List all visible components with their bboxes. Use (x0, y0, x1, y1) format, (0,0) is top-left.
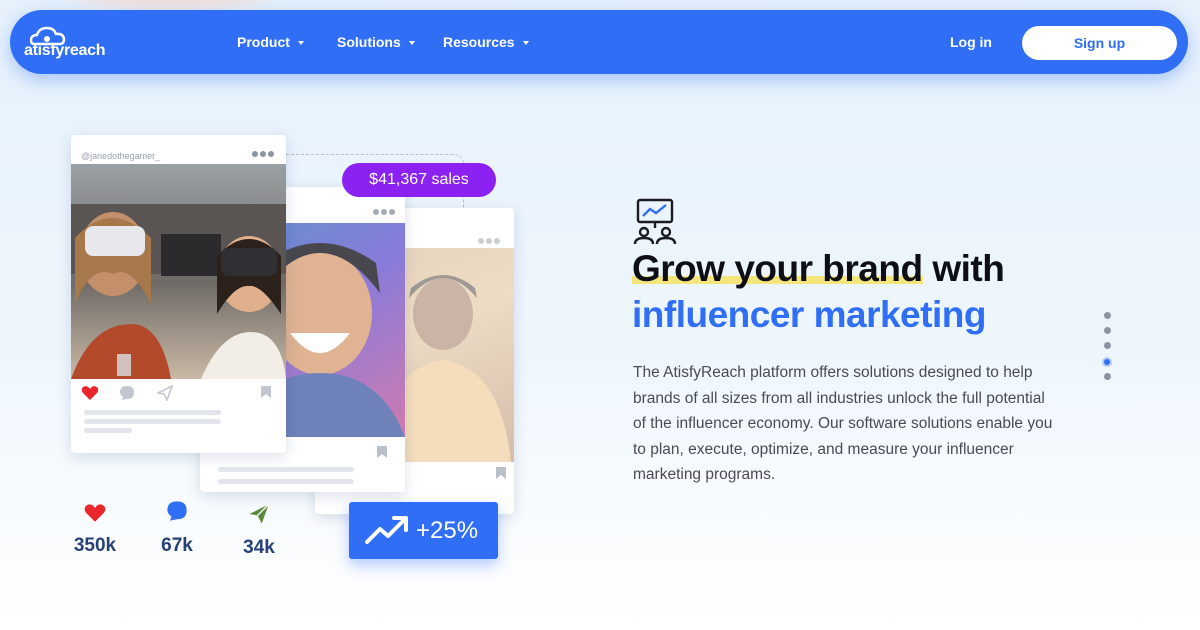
hero-headline: Grow your brand with (632, 248, 1005, 290)
comment-icon[interactable] (119, 385, 135, 401)
post-handle: @janedothegamer_ (81, 151, 161, 161)
send-icon (249, 503, 270, 524)
hero-description: The AtisfyReach platform offers solution… (633, 364, 1053, 483)
logo[interactable]: atisfyreach (24, 24, 124, 64)
nav-resources-label: Resources (443, 34, 515, 50)
pager-dot[interactable] (1103, 373, 1111, 380)
chevron-down-icon (297, 41, 304, 45)
bookmark-icon (377, 446, 387, 458)
comment-icon (167, 501, 187, 521)
sales-badge: $41,367 sales (342, 163, 496, 197)
bookmark-icon (496, 467, 506, 479)
slide-pager (1102, 312, 1112, 388)
pager-dot[interactable] (1103, 342, 1111, 349)
stat-likes: 350k (60, 503, 130, 557)
logo-text: atisfyreach (24, 42, 106, 59)
heart-icon (84, 504, 106, 522)
nav-solutions-label: Solutions (337, 34, 401, 50)
navbar: atisfyreach Product Solutions Resources … (10, 10, 1188, 74)
bookmark-icon[interactable] (260, 385, 272, 399)
caption-line (84, 419, 221, 424)
nav-product[interactable]: Product (237, 34, 304, 50)
signup-button[interactable]: Sign up (1022, 26, 1177, 60)
pager-dot[interactable] (1103, 327, 1111, 334)
nav-resources[interactable]: Resources (443, 34, 529, 50)
send-icon[interactable] (157, 385, 173, 401)
presentation-icon (633, 198, 677, 245)
login-link[interactable]: Log in (950, 34, 992, 50)
heart-icon[interactable] (81, 385, 99, 401)
stat-comments: 67k (142, 500, 212, 557)
headline-rest: with (922, 248, 1005, 289)
stat-comments-value: 67k (161, 535, 193, 556)
post-card-front: @janedothegamer_ (71, 135, 286, 453)
post-photo (71, 164, 286, 379)
nav-solutions[interactable]: Solutions (337, 34, 415, 50)
headline-highlight: Grow your brand (632, 248, 923, 289)
more-icon (252, 151, 274, 157)
nav-product-label: Product (237, 34, 290, 50)
stat-shares: 34k (224, 503, 294, 559)
hero-headline-line2: influencer marketing (632, 294, 986, 335)
stat-likes-value: 350k (73, 535, 117, 556)
caption-line (218, 467, 354, 472)
caption-line (84, 428, 132, 433)
pager-dot[interactable] (1103, 312, 1111, 319)
chevron-down-icon (408, 41, 415, 45)
growth-badge: +25% (349, 502, 498, 559)
trending-up-icon (365, 516, 408, 544)
stat-shares-value: 34k (243, 537, 275, 558)
caption-line (218, 479, 354, 484)
decorative-blob (70, 0, 270, 8)
growth-value: +25% (416, 517, 479, 544)
caption-line (84, 410, 221, 415)
pager-dot-active[interactable] (1102, 357, 1112, 367)
chevron-down-icon (522, 41, 529, 45)
